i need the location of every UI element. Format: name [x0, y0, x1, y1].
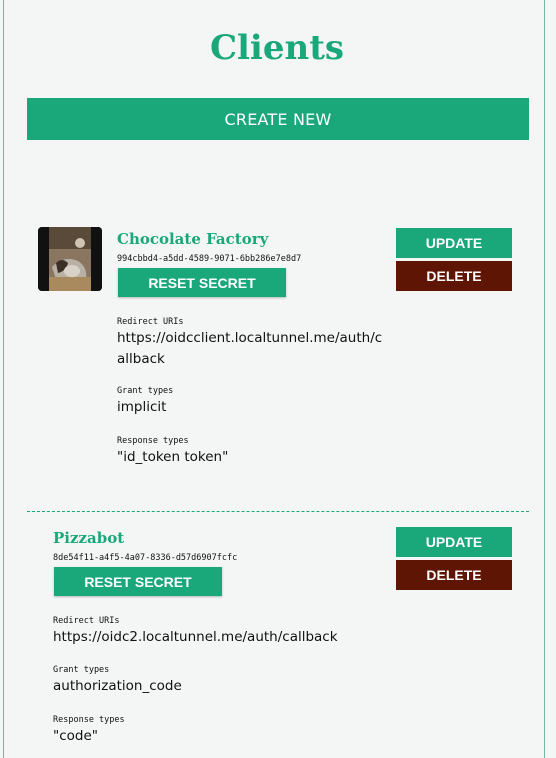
redirect-uris-label: Redirect URIs [53, 616, 120, 626]
reset-secret-button[interactable]: RESET SECRET [54, 567, 222, 596]
create-new-button[interactable]: CREATE NEW [27, 98, 529, 140]
client-name: Chocolate Factory [117, 230, 269, 248]
redirect-uris-value: https://oidc2.localtunnel.me/auth/callba… [53, 629, 338, 645]
redirect-uris-value: https://oidcclient.localtunnel.me/auth/c… [117, 330, 383, 367]
update-button[interactable]: UPDATE [396, 527, 512, 557]
cat-photo-icon [38, 227, 102, 291]
grant-types-label: Grant types [53, 665, 110, 675]
grant-types-value: implicit [117, 399, 167, 415]
client-logo [38, 227, 102, 291]
reset-secret-button[interactable]: RESET SECRET [118, 268, 286, 297]
response-types-value: "code" [53, 728, 98, 744]
page-title: Clients [209, 28, 345, 68]
delete-button[interactable]: DELETE [396, 261, 512, 291]
delete-button[interactable]: DELETE [396, 560, 512, 590]
page-container: Clients CREATE NEW Chocolate Factory 994… [3, 0, 545, 758]
update-button[interactable]: UPDATE [396, 228, 512, 258]
response-types-value: "id_token token" [117, 449, 229, 465]
client-name: Pizzabot [53, 529, 125, 547]
response-types-label: Response types [53, 715, 125, 725]
redirect-uris-label: Redirect URIs [117, 317, 184, 327]
client-id: 8de54f11-a4f5-4a07-8336-d57d6907fcfc [53, 553, 238, 563]
grant-types-label: Grant types [117, 386, 174, 396]
client-divider [27, 511, 529, 512]
response-types-label: Response types [117, 436, 189, 446]
grant-types-value: authorization_code [53, 678, 182, 694]
client-id: 994cbbd4-a5dd-4589-9071-6bb286e7e8d7 [117, 254, 302, 264]
